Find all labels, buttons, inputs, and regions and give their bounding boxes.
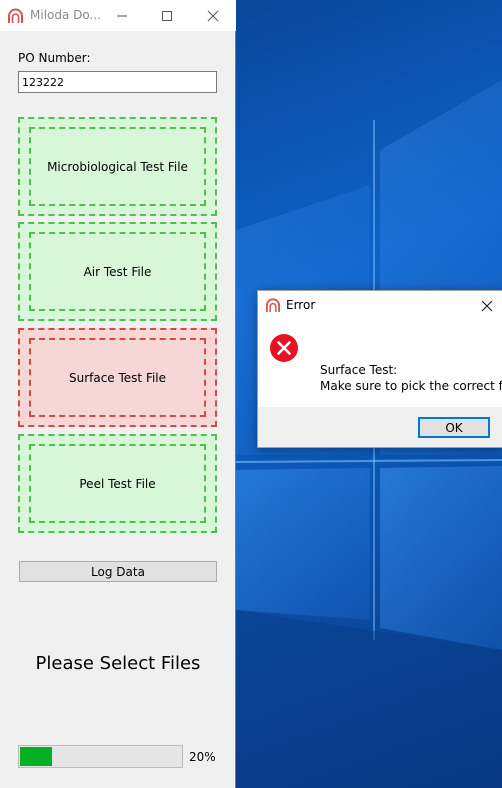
app-titlebar: Miloda Do...	[0, 0, 236, 31]
app-logo-icon	[265, 297, 281, 313]
progress-bar	[18, 745, 183, 768]
dialog-message-line2: Make sure to pick the correct file	[320, 379, 502, 393]
app-window: Miloda Do... PO Number: Microbiological …	[0, 0, 236, 788]
peel-file-dropzone[interactable]: Peel Test File	[18, 434, 217, 533]
dialog-body: Surface Test: Make sure to pick the corr…	[258, 320, 502, 407]
progress-percent: 20%	[189, 750, 216, 764]
dialog-message-line1: Surface Test:	[320, 363, 398, 377]
dialog-titlebar: Error	[258, 291, 502, 320]
surface-file-dropzone[interactable]: Surface Test File	[18, 328, 217, 427]
close-button[interactable]	[193, 0, 233, 31]
maximize-icon	[162, 10, 172, 21]
error-dialog: Error Surface Test: Make sure to pick th…	[257, 290, 502, 448]
maximize-button[interactable]	[147, 0, 187, 31]
app-logo-icon	[7, 7, 24, 24]
log-data-button[interactable]: Log Data	[19, 561, 217, 582]
dialog-title: Error	[286, 298, 316, 312]
status-text: Please Select Files	[35, 653, 201, 674]
progress-fill	[20, 747, 52, 766]
close-icon	[481, 300, 493, 312]
app-title: Miloda Do...	[30, 8, 101, 22]
dropzone-label: Air Test File	[29, 232, 206, 311]
error-icon	[269, 333, 299, 363]
minimize-icon	[117, 15, 127, 16]
dialog-close-button[interactable]	[476, 295, 498, 317]
dropzone-label: Surface Test File	[29, 338, 206, 417]
dropzone-label: Peel Test File	[29, 444, 206, 523]
air-file-dropzone[interactable]: Air Test File	[18, 222, 217, 321]
minimize-button[interactable]	[102, 0, 142, 31]
close-icon	[207, 10, 219, 21]
po-number-input[interactable]	[18, 71, 217, 93]
ok-button[interactable]: OK	[418, 417, 490, 438]
po-number-label: PO Number:	[18, 51, 91, 65]
dialog-footer: OK	[258, 407, 502, 447]
microbiological-file-dropzone[interactable]: Microbiological Test File	[18, 117, 217, 216]
dropzone-label: Microbiological Test File	[29, 127, 206, 206]
